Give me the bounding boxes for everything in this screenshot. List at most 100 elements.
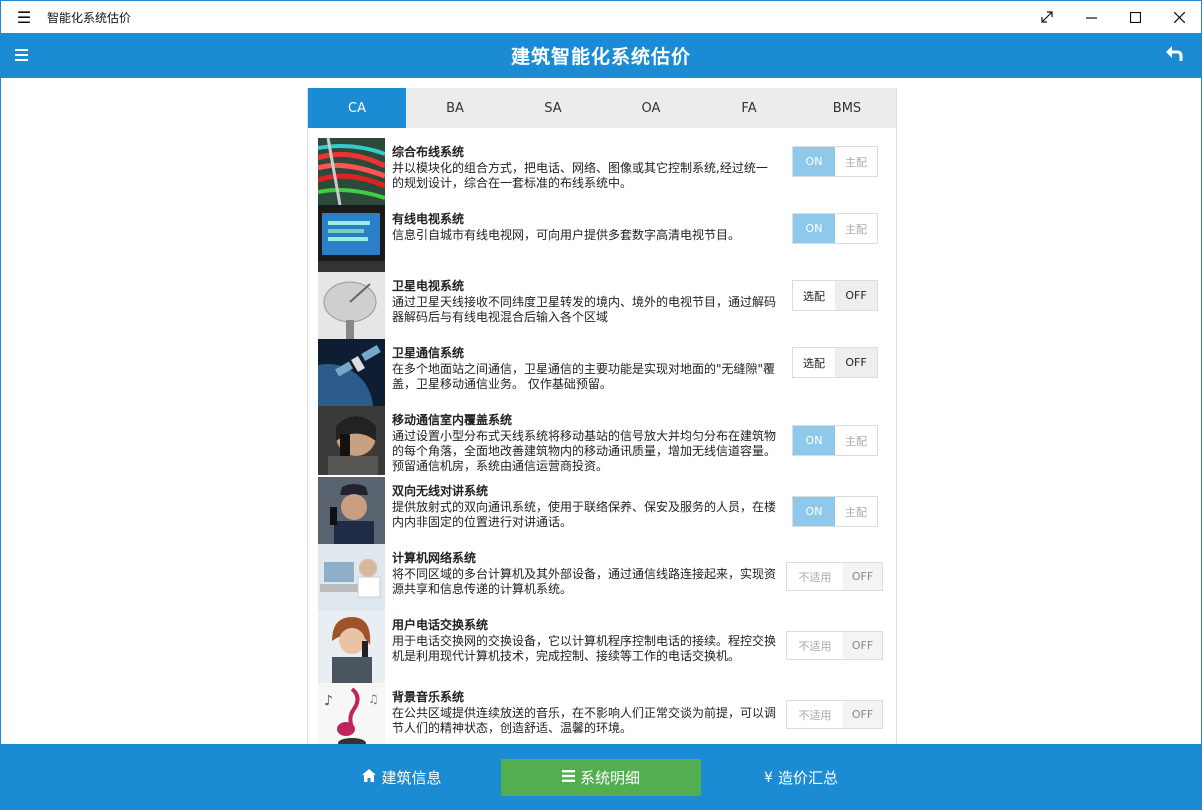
system-description: 通过卫星天线接收不同纬度卫星转发的境内、境外的电视节目，通过解码器解码后与有线电…: [392, 295, 777, 324]
satellite-dish-thumbnail: [318, 272, 385, 339]
list-item: 卫星通信系统 在多个地面站之间通信，卫星通信的主要功能是实现对地面的"无缝隙"覆…: [318, 339, 888, 406]
tab-ca[interactable]: CA: [308, 88, 406, 128]
item-text: 双向无线对讲系统 提供放射式的双向通讯系统，使用于联络保养、保安及服务的人员，在…: [392, 483, 776, 530]
config-toggle[interactable]: ON 主配: [792, 213, 878, 244]
toggle-off[interactable]: OFF: [843, 701, 882, 728]
toggle-not-applicable[interactable]: 不适用: [787, 701, 843, 728]
building-info-button[interactable]: 建筑信息: [303, 759, 501, 796]
item-text: 用户电话交换系统 用于电话交换网的交换设备，它以计算机程序控制电话的接续。程控交…: [392, 617, 776, 664]
window-controls: [1025, 1, 1201, 33]
tab-ba[interactable]: BA: [406, 88, 504, 128]
phone-call-thumbnail: [318, 406, 385, 475]
system-name: 卫星电视系统: [392, 279, 465, 293]
system-description: 并以模块化的组合方式，把电话、网络、图像或其它控制系统,经过统一的规划设计，综合…: [392, 161, 768, 190]
item-text: 有线电视系统 信息引自城市有线电视网，可向用户提供多套数字高清电视节目。: [392, 211, 776, 243]
toggle-on[interactable]: ON: [793, 214, 835, 243]
toggle-off[interactable]: OFF: [843, 563, 882, 590]
yen-icon: ¥: [764, 769, 773, 786]
system-name: 综合布线系统: [392, 145, 465, 159]
window-title: 智能化系统估价: [47, 10, 132, 25]
system-description: 将不同区域的多台计算机及其外部设备，通过通信线路连接起来，实现资源共享和信息传递…: [392, 567, 777, 596]
config-toggle[interactable]: 不适用 OFF: [786, 631, 883, 660]
system-detail-button[interactable]: 系统明细: [501, 759, 701, 796]
tv-thumbnail: [318, 205, 385, 272]
toggle-main[interactable]: 主配: [835, 497, 877, 526]
tab-sa[interactable]: SA: [504, 88, 602, 128]
toggle-optional[interactable]: 选配: [793, 281, 835, 310]
toggle-on[interactable]: ON: [793, 497, 835, 526]
satellite-thumbnail: [318, 339, 385, 406]
list-item: 有线电视系统 信息引自城市有线电视网，可向用户提供多套数字高清电视节目。 ON …: [318, 205, 888, 272]
computer-network-thumbnail: [318, 544, 385, 611]
config-toggle[interactable]: 选配 OFF: [792, 347, 878, 378]
toggle-on[interactable]: ON: [793, 426, 835, 455]
item-text: 移动通信室内覆盖系统 通过设置小型分布式天线系统将移动基站的信号放大并均匀分布在…: [392, 412, 776, 474]
list-item: 综合布线系统 并以模块化的组合方式，把电话、网络、图像或其它控制系统,经过统一的…: [318, 138, 888, 205]
system-name: 双向无线对讲系统: [392, 484, 489, 498]
toggle-off[interactable]: OFF: [835, 281, 877, 310]
item-text: 卫星通信系统 在多个地面站之间通信，卫星通信的主要功能是实现对地面的"无缝隙"覆…: [392, 345, 776, 392]
system-description: 在公共区域提供连续放送的音乐，在不影响人们正常交谈为前提，可以调节人们的精神状态…: [392, 706, 777, 735]
system-name: 移动通信室内覆盖系统: [392, 413, 513, 427]
music-note-thumbnail: ♪ ♫: [318, 683, 385, 744]
toggle-not-applicable[interactable]: 不适用: [787, 632, 843, 659]
tab-fa[interactable]: FA: [700, 88, 798, 128]
toggle-off[interactable]: OFF: [843, 632, 882, 659]
svg-text:♪: ♪: [324, 693, 333, 709]
toggle-main[interactable]: 主配: [835, 214, 877, 243]
walkie-talkie-thumbnail: [318, 477, 385, 544]
cost-summary-label: 造价汇总: [777, 769, 838, 787]
config-toggle[interactable]: 选配 OFF: [792, 280, 878, 311]
system-detail-label: 系统明细: [579, 769, 640, 787]
toggle-main[interactable]: 主配: [835, 147, 877, 176]
title-bar: ☰ 智能化系统估价: [1, 1, 1201, 33]
toggle-optional[interactable]: 选配: [793, 348, 835, 377]
window-menu-icon[interactable]: ☰: [1, 1, 47, 33]
system-panel: CA BA SA OA FA BMS 综合布线系统 并以模块化的组合方式，把电话…: [307, 88, 897, 744]
telephone-operator-thumbnail: [318, 611, 385, 683]
category-tabs: CA BA SA OA FA BMS: [308, 88, 896, 128]
toggle-main[interactable]: 主配: [835, 426, 877, 455]
config-toggle[interactable]: ON 主配: [792, 496, 878, 527]
svg-text:♫: ♫: [368, 692, 379, 706]
system-description: 在多个地面站之间通信，卫星通信的主要功能是实现对地面的"无缝隙"覆盖，卫星移动通…: [392, 362, 776, 391]
system-name: 用户电话交换系统: [392, 618, 489, 632]
hamburger-icon[interactable]: [15, 44, 35, 66]
config-toggle[interactable]: 不适用 OFF: [786, 700, 883, 729]
system-description: 提供放射式的双向通讯系统，使用于联络保养、保安及服务的人员，在楼内内非固定的位置…: [392, 500, 777, 529]
item-text: 卫星电视系统 通过卫星天线接收不同纬度卫星转发的境内、境外的电视节目，通过解码器…: [392, 278, 776, 325]
toggle-on[interactable]: ON: [793, 147, 835, 176]
maximize-icon[interactable]: [1113, 1, 1157, 33]
toggle-not-applicable[interactable]: 不适用: [787, 563, 843, 590]
list-item: 移动通信室内覆盖系统 通过设置小型分布式天线系统将移动基站的信号放大并均匀分布在…: [318, 406, 888, 475]
app-header: 建筑智能化系统估价: [1, 33, 1201, 78]
close-icon[interactable]: [1157, 1, 1201, 33]
tab-bms[interactable]: BMS: [798, 88, 896, 128]
building-info-label: 建筑信息: [381, 769, 442, 787]
page-title: 建筑智能化系统估价: [510, 46, 691, 68]
item-text: 综合布线系统 并以模块化的组合方式，把电话、网络、图像或其它控制系统,经过统一的…: [392, 144, 776, 191]
system-description: 用于电话交换网的交换设备，它以计算机程序控制电话的接续。程控交换机是利用现代计算…: [392, 634, 777, 663]
system-description: 通过设置小型分布式天线系统将移动基站的信号放大并均匀分布在建筑物的每个角落，全面…: [392, 429, 777, 473]
config-toggle[interactable]: ON 主配: [792, 425, 878, 456]
list-item: 计算机网络系统 将不同区域的多台计算机及其外部设备，通过通信线路连接起来，实现资…: [318, 544, 888, 611]
restore-icon[interactable]: [1025, 1, 1069, 33]
list-item: 卫星电视系统 通过卫星天线接收不同纬度卫星转发的境内、境外的电视节目，通过解码器…: [318, 272, 888, 339]
home-icon: [362, 769, 377, 786]
system-name: 计算机网络系统: [392, 551, 477, 565]
app-window: ☰ 智能化系统估价 建筑智能化系统估价 CA BA SA OA FA BMS 综…: [0, 0, 1202, 810]
system-name: 背景音乐系统: [392, 690, 465, 704]
tab-oa[interactable]: OA: [602, 88, 700, 128]
bottom-nav: 建筑信息 系统明细 ¥ 造价汇总: [1, 744, 1201, 809]
toggle-off[interactable]: OFF: [835, 348, 877, 377]
config-toggle[interactable]: ON 主配: [792, 146, 878, 177]
system-description: 信息引自城市有线电视网，可向用户提供多套数字高清电视节目。: [392, 228, 741, 242]
system-name: 有线电视系统: [392, 212, 465, 226]
minimize-icon[interactable]: [1069, 1, 1113, 33]
cost-summary-button[interactable]: ¥ 造价汇总: [701, 759, 901, 796]
config-toggle[interactable]: 不适用 OFF: [786, 562, 883, 591]
list-item: 用户电话交换系统 用于电话交换网的交换设备，它以计算机程序控制电话的接续。程控交…: [318, 611, 888, 683]
item-text: 计算机网络系统 将不同区域的多台计算机及其外部设备，通过通信线路连接起来，实现资…: [392, 550, 776, 597]
back-arrow-icon[interactable]: [1165, 44, 1187, 66]
list-item: ♪ ♫ 背景音乐系统 在公共区域提供连续放送的音乐，在不影响人们正常交谈为前提，…: [318, 683, 888, 744]
